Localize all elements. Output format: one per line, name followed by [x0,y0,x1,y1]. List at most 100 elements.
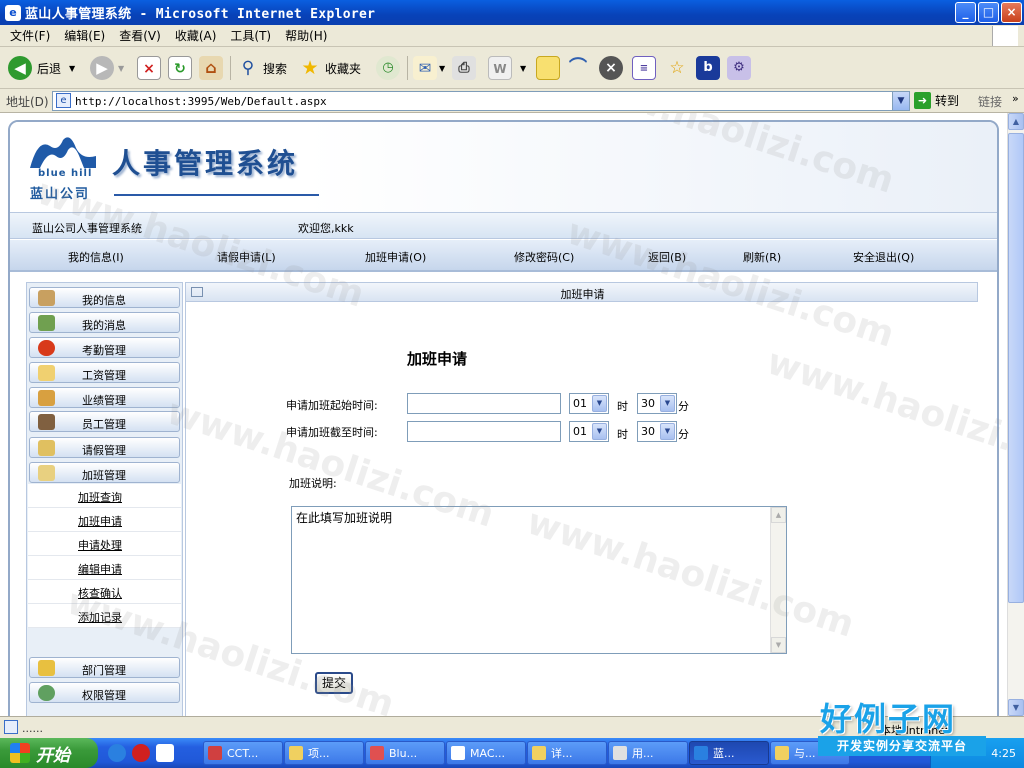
research-button[interactable]: ≡ [632,55,656,81]
sidebar-sub-add-record[interactable]: 添加记录 [28,604,181,628]
minimize-button[interactable]: _ [955,2,976,23]
start-button[interactable]: 开始 [0,738,98,768]
taskbar-item[interactable]: 与... [770,741,850,765]
sidebar-item-attendance[interactable]: 考勤管理 [29,337,180,358]
end-date-input[interactable] [407,421,561,442]
sidebar-sub-verify[interactable]: 核查确认 [28,580,181,604]
print-button[interactable]: ⎙ [452,55,476,81]
main-panel: 加班申请 申请加班起始时间: 01 ▼ 时 30 ▼ 分 申请加班截至时间: 01 ▼… [185,302,978,716]
sidebar-item-performance[interactable]: 业绩管理 [29,387,180,408]
nav-change-password[interactable]: 修改密码(C) [514,249,574,265]
nav-logout[interactable]: 安全退出(Q) [853,249,914,265]
stop-button[interactable]: × [137,55,161,81]
discuss-button[interactable] [536,55,560,81]
menu-favorites[interactable]: 收藏(A) [175,27,217,44]
end-hour-select[interactable]: 01 ▼ [569,421,609,442]
sidebar-item-permissions[interactable]: 权限管理 [29,682,180,703]
nav-refresh[interactable]: 刷新(R) [743,249,781,265]
sidebar-sub-link[interactable]: 核查确认 [78,585,122,601]
start-minute-select[interactable]: 30 ▼ [637,393,677,414]
scroll-up-icon[interactable]: ▲ [1008,113,1024,130]
edit-button[interactable]: W ▼ [488,55,526,81]
links-button[interactable]: 链接 [978,93,1002,110]
clock[interactable]: 4:25 [991,747,1016,760]
app-quicklaunch-icon[interactable] [132,744,150,762]
chevron-right-icon[interactable]: » [1012,92,1019,105]
taskbar-item-active[interactable]: 蓝... [689,741,769,765]
menu-tools[interactable]: 工具(T) [230,27,271,44]
sidebar-sub-link[interactable]: 申请处理 [78,537,122,553]
sidebar-sub-link[interactable]: 加班查询 [78,489,122,505]
close-button[interactable]: × [1001,2,1022,23]
end-minute-select[interactable]: 30 ▼ [637,421,677,442]
menu-view[interactable]: 查看(V) [119,27,161,44]
taskbar-item[interactable]: 项... [284,741,364,765]
sidebar-sub-link[interactable]: 加班申请 [78,513,122,529]
chevron-down-icon[interactable]: ▼ [660,395,675,412]
home-button[interactable]: ⌂ [199,55,223,81]
taskbar-item[interactable]: 用... [608,741,688,765]
start-hour-select[interactable]: 01 ▼ [569,393,609,414]
favorites-add-button[interactable]: ☆ [665,55,689,81]
sidebar-sub-link[interactable]: 编辑申请 [78,561,122,577]
sidebar-sub-edit[interactable]: 编辑申请 [28,556,181,580]
textarea-scrollbar[interactable]: ▲ ▼ [770,507,786,653]
tools-icon: ⚙ [727,56,751,80]
sidebar-sub-overtime-query[interactable]: 加班查询 [28,484,181,508]
address-dropdown-icon[interactable]: ▼ [892,92,909,110]
window-title-bar[interactable]: e 蓝山人事管理系统 - Microsoft Internet Explorer… [0,0,1024,25]
window-title: 蓝山人事管理系统 - Microsoft Internet Explorer [25,7,376,22]
chevron-down-icon[interactable]: ▼ [592,423,607,440]
refresh-button[interactable]: ↻ [168,55,192,81]
scroll-up-icon[interactable]: ▲ [771,507,786,523]
nav-my-info[interactable]: 我的信息(I) [68,249,124,265]
address-input[interactable]: e http://localhost:3995/Web/Default.aspx… [52,91,910,111]
sidebar-item-my-info[interactable]: 我的信息 [29,287,180,308]
favorites-button[interactable]: ★ 收藏夹 [298,55,361,81]
forward-dropdown-icon: ▼ [118,63,125,73]
chevron-down-icon[interactable]: ▼ [592,395,607,412]
nav-back[interactable]: 返回(B) [648,249,686,265]
taskbar-item[interactable]: CCT... [203,741,283,765]
sidebar-item-overtime[interactable]: 加班管理 [29,462,180,483]
nav-overtime-request[interactable]: 加班申请(O) [365,249,426,265]
close-tab-button[interactable]: × [599,55,623,81]
ie-quicklaunch-icon[interactable] [108,744,126,762]
back-button[interactable]: ◀ 后退 ▼ [8,55,75,81]
taskbar-item[interactable]: Blu... [365,741,445,765]
sidebar-item-departments[interactable]: 部门管理 [29,657,180,678]
tools-button[interactable]: ⚙ [727,55,751,81]
tool-quicklaunch-icon[interactable] [156,744,174,762]
sidebar-item-my-messages[interactable]: 我的消息 [29,312,180,333]
scroll-down-icon[interactable]: ▼ [1008,699,1024,716]
forward-button[interactable]: ▶ ▼ [90,55,124,81]
maximize-button[interactable]: □ [978,2,999,23]
go-button[interactable]: ➜ 转到 [914,92,959,109]
scroll-thumb[interactable] [1008,133,1024,603]
page-scrollbar[interactable]: ▲ ▼ [1007,113,1024,716]
start-date-input[interactable] [407,393,561,414]
submit-button[interactable]: 提交 [315,672,353,694]
nav-leave-request[interactable]: 请假申请(L) [217,249,276,265]
back-dropdown-icon[interactable]: ▼ [69,64,75,73]
menu-file[interactable]: 文件(F) [10,27,50,44]
sidebar-item-employees[interactable]: 员工管理 [29,411,180,432]
chevron-down-icon[interactable]: ▼ [660,423,675,440]
search-button[interactable]: ⚲ 搜索 [236,55,287,81]
scroll-down-icon[interactable]: ▼ [771,637,786,653]
mail-button[interactable]: ✉ ▼ [413,55,445,81]
sidebar-item-leave[interactable]: 请假管理 [29,437,180,458]
address-url[interactable]: http://localhost:3995/Web/Default.aspx [75,95,327,108]
menu-edit[interactable]: 编辑(E) [64,27,105,44]
taskbar-item[interactable]: MAC... [446,741,526,765]
plugin-button[interactable]: b [696,55,720,81]
sidebar-sub-link[interactable]: 添加记录 [78,609,122,625]
remark-textarea[interactable]: 在此填写加班说明 ▲ ▼ [291,506,787,654]
sidebar-item-salary[interactable]: 工资管理 [29,362,180,383]
menu-help[interactable]: 帮助(H) [285,27,327,44]
taskbar-item[interactable]: 详... [527,741,607,765]
sidebar-sub-process[interactable]: 申请处理 [28,532,181,556]
sidebar-sub-overtime-apply[interactable]: 加班申请 [28,508,181,532]
history-button[interactable]: ◷ [376,55,400,81]
messenger-button[interactable]: ⌒ [566,55,590,81]
